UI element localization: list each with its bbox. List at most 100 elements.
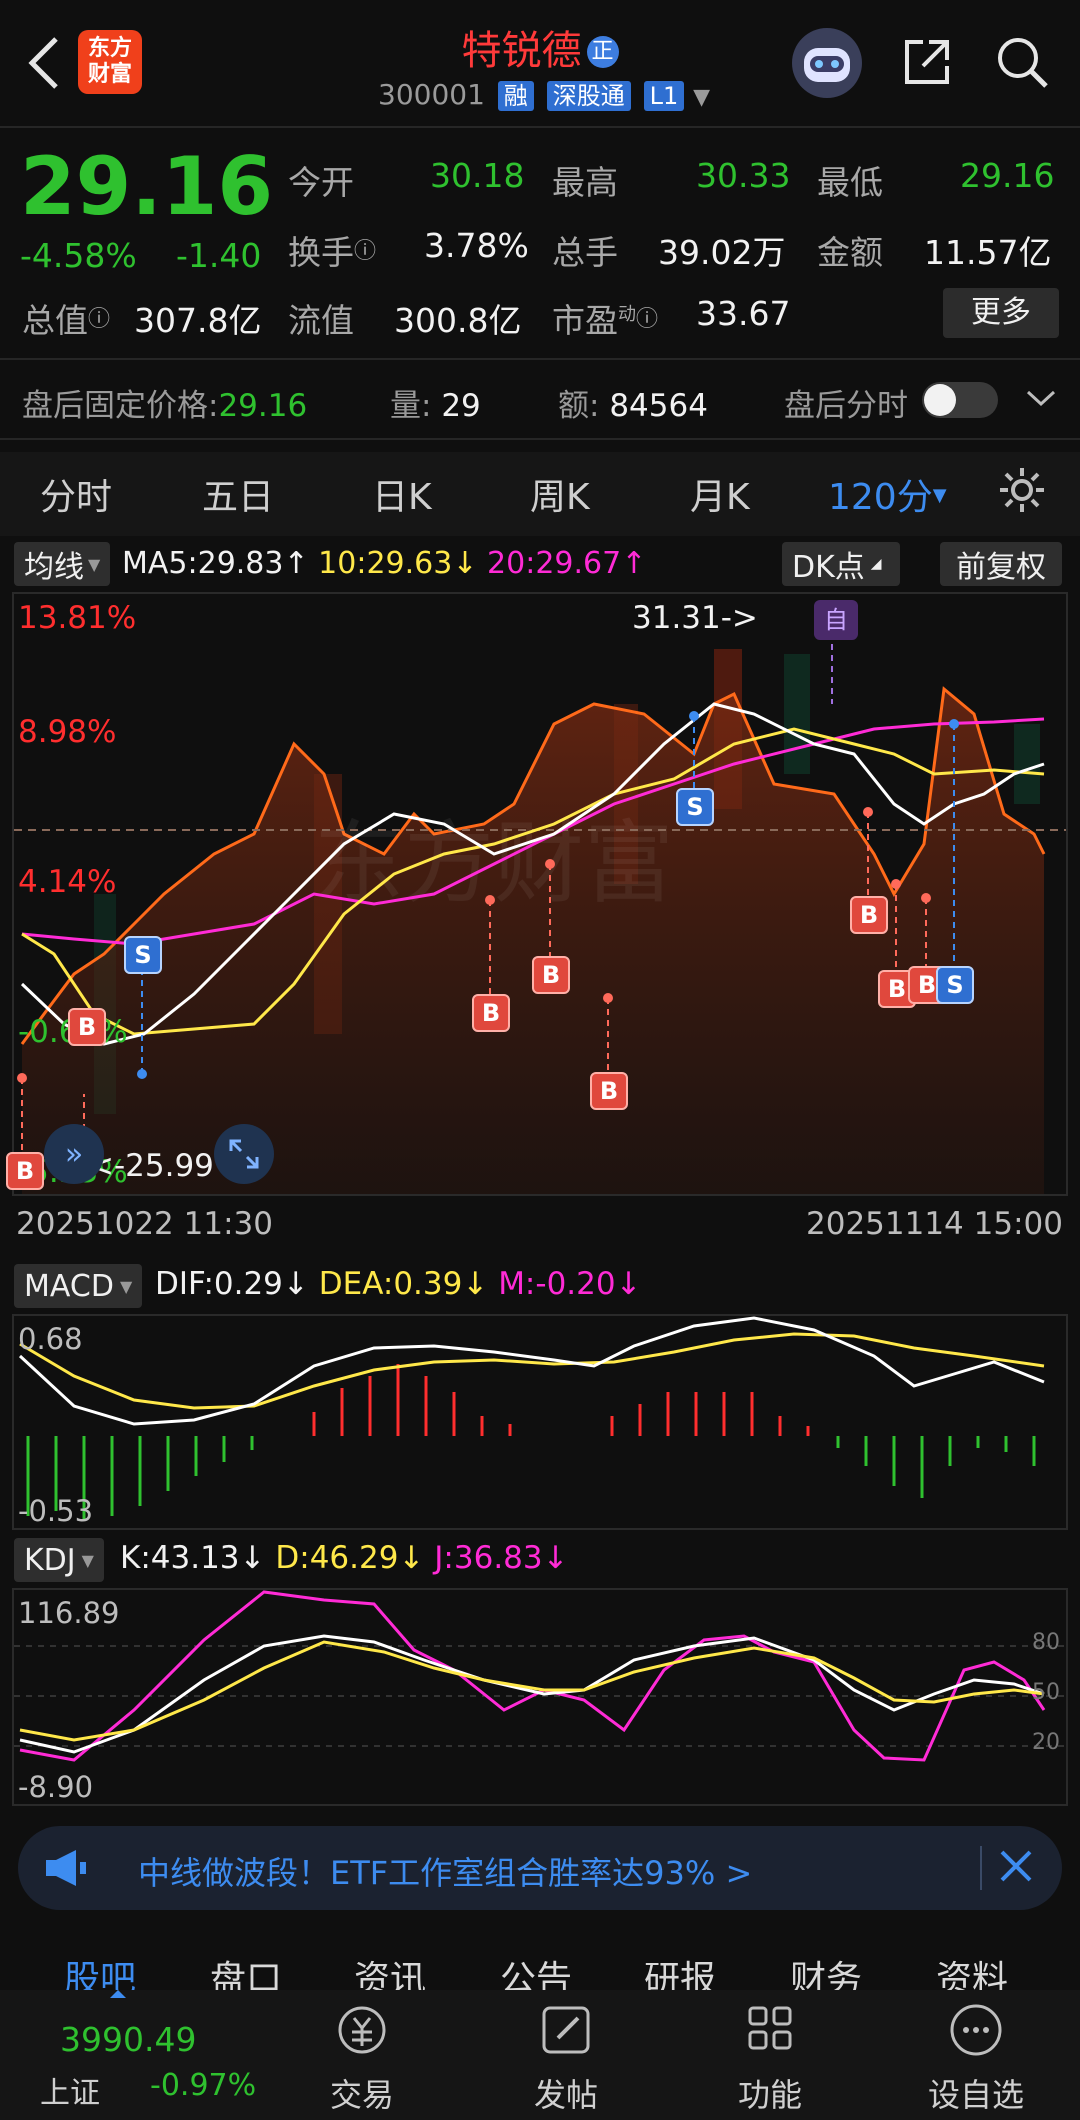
nav-functions[interactable]: 功能	[700, 1990, 840, 2116]
k-arrow: ↓	[239, 1540, 266, 1576]
dropdown-icon: ▼	[81, 1550, 94, 1570]
nav-add-watchlist-label: 设自选	[927, 2076, 1024, 2114]
turnover-label-text: 换手	[288, 233, 354, 272]
dk-button[interactable]: DK点 ◢	[782, 542, 900, 586]
macd-legend: DIF:0.29↓ DEA:0.39↓ M:-0.20↓	[155, 1266, 642, 1302]
expand-icon[interactable]	[214, 1124, 274, 1184]
tab-monthly-k[interactable]: 月K	[690, 468, 750, 520]
tab-five-day[interactable]: 五日	[202, 468, 274, 520]
double-chevron-right-icon[interactable]: »	[44, 1124, 104, 1184]
nav-functions-label: 功能	[737, 2076, 802, 2114]
ma-select-label: 均线	[24, 550, 84, 585]
sell-marker[interactable]: S	[936, 966, 974, 1004]
stock-name[interactable]: 特锐德	[461, 28, 581, 74]
tab-intraday[interactable]: 分时	[40, 468, 112, 520]
kdj-level-80: 80	[1032, 1630, 1060, 1655]
index-change: -0.97%	[150, 2068, 257, 2103]
nav-add-watchlist[interactable]: 设自选	[906, 1990, 1046, 2116]
price-chart[interactable]: 东方财富 13.81% 8.98% 4.14% -0.67% -5.53% 31…	[6, 592, 1068, 1196]
open-value: 30.18	[430, 156, 525, 195]
share-button[interactable]	[895, 30, 959, 94]
kdj-select[interactable]: KDJ ▼	[14, 1538, 104, 1582]
ah-intraday-toggle[interactable]	[922, 382, 998, 418]
volume-label: 总手	[552, 233, 618, 272]
after-hours-row: 盘后固定价格:29.16	[22, 380, 307, 425]
tab-120min-label: 120分	[828, 477, 933, 518]
toggle-knob	[924, 384, 956, 416]
macd-select-label: MACD	[24, 1268, 114, 1304]
kdj-chart[interactable]: 116.89 -8.90 80 50 20	[12, 1588, 1068, 1806]
dropdown-icon: ▼	[88, 554, 101, 574]
grid-icon	[748, 2006, 792, 2050]
kdj-chart-svg	[14, 1590, 1066, 1762]
buy-marker[interactable]: B	[68, 1008, 106, 1046]
macd-select[interactable]: MACD ▼	[14, 1264, 143, 1308]
expand-chevron-icon[interactable]	[1024, 386, 1058, 414]
ah-volume-label: 量:	[390, 388, 432, 424]
dea-arrow: ↓	[462, 1266, 489, 1302]
sell-marker[interactable]: S	[124, 936, 162, 974]
dif-value: DIF:0.29	[155, 1266, 283, 1302]
dea-value: DEA:0.39	[318, 1266, 463, 1302]
index-value[interactable]: 3990.49	[60, 2020, 196, 2059]
nav-post-label: 发帖	[533, 2076, 598, 2114]
ma20-value: 20:29.67	[487, 546, 622, 581]
ma10-value: 10:29.63	[318, 546, 453, 581]
sell-marker[interactable]: S	[676, 788, 714, 826]
badge-margin: 融	[497, 81, 534, 111]
tab-120min[interactable]: 120分▼	[828, 468, 947, 520]
more-circle-icon	[950, 2004, 1002, 2056]
mktcap-value: 307.8亿	[134, 301, 262, 340]
trade-yen-icon	[338, 2006, 386, 2054]
m-value: M:-0.20	[498, 1266, 616, 1302]
buy-marker[interactable]: B	[472, 994, 510, 1032]
corner-icon: ◢	[870, 556, 882, 572]
promo-banner[interactable]: 中线做波段！ETF工作室组合胜率达93% >	[18, 1826, 1062, 1910]
tab-daily-k[interactable]: 日K	[372, 468, 432, 520]
ma5-arrow: ↑	[283, 546, 309, 581]
macd-chart[interactable]: 0.68 -0.53	[12, 1314, 1068, 1530]
ma-select[interactable]: 均线 ▼	[14, 542, 111, 586]
high-value: 30.33	[696, 156, 791, 195]
turnover-value: 3.78%	[424, 226, 529, 265]
bottom-nav: 3990.49 上证 -0.97% 交易 发帖 功能 设自选	[0, 1990, 1080, 2120]
search-button[interactable]	[990, 30, 1054, 94]
buy-marker[interactable]: B	[590, 1072, 628, 1110]
pe-value: 33.67	[696, 294, 791, 333]
mktcap-label[interactable]: 总值ⓘ	[22, 294, 110, 342]
ma-legend: MA5:29.83↑ 10:29.63↓ 20:29.67↑	[122, 546, 646, 581]
nav-trade[interactable]: 交易	[292, 1990, 432, 2116]
chart-start-time: 20251022 11:30	[16, 1206, 273, 1242]
macd-chart-svg	[18, 1316, 1045, 1521]
j-value: J:36.83	[434, 1540, 543, 1576]
volume-value: 39.02万	[658, 233, 786, 272]
fixed-price-value: 29.16	[218, 388, 308, 424]
robot-avatar-icon[interactable]	[792, 28, 862, 98]
change-percent: -4.58%	[20, 236, 137, 275]
info-icon: ⓘ	[636, 307, 659, 332]
kdj-legend: K:43.13↓ D:46.29↓ J:36.83↓	[120, 1540, 569, 1576]
close-icon[interactable]	[996, 1846, 1036, 1890]
turnover-label[interactable]: 换手ⓘ	[288, 226, 376, 274]
more-button[interactable]: 更多	[943, 288, 1059, 338]
nav-post[interactable]: 发帖	[496, 1990, 636, 2116]
j-arrow: ↓	[542, 1540, 569, 1576]
ah-amount-value: 84564	[609, 388, 708, 424]
info-icon: ⓘ	[88, 307, 111, 332]
chart-end-time: 20251114 15:00	[806, 1206, 1063, 1242]
buy-marker[interactable]: B	[850, 896, 888, 934]
code-dropdown-icon[interactable]: ▼	[693, 85, 710, 110]
ah-volume-value: 29	[441, 388, 481, 424]
buy-marker[interactable]: B	[6, 1152, 44, 1190]
tab-weekly-k[interactable]: 周K	[530, 468, 590, 520]
pe-label[interactable]: 市盈动ⓘ	[552, 294, 658, 342]
banner-text[interactable]: 中线做波段！ETF工作室组合胜率达93% >	[138, 1848, 752, 1894]
low-label: 最低	[817, 163, 883, 202]
gear-icon[interactable]	[996, 464, 1048, 520]
active-indicator	[110, 1990, 126, 1998]
kdj-select-label: KDJ	[24, 1542, 76, 1578]
adjust-button[interactable]: 前复权	[940, 542, 1062, 586]
pe-sup: 动	[618, 304, 636, 325]
buy-marker[interactable]: B	[532, 956, 570, 994]
m-arrow: ↓	[615, 1266, 642, 1302]
